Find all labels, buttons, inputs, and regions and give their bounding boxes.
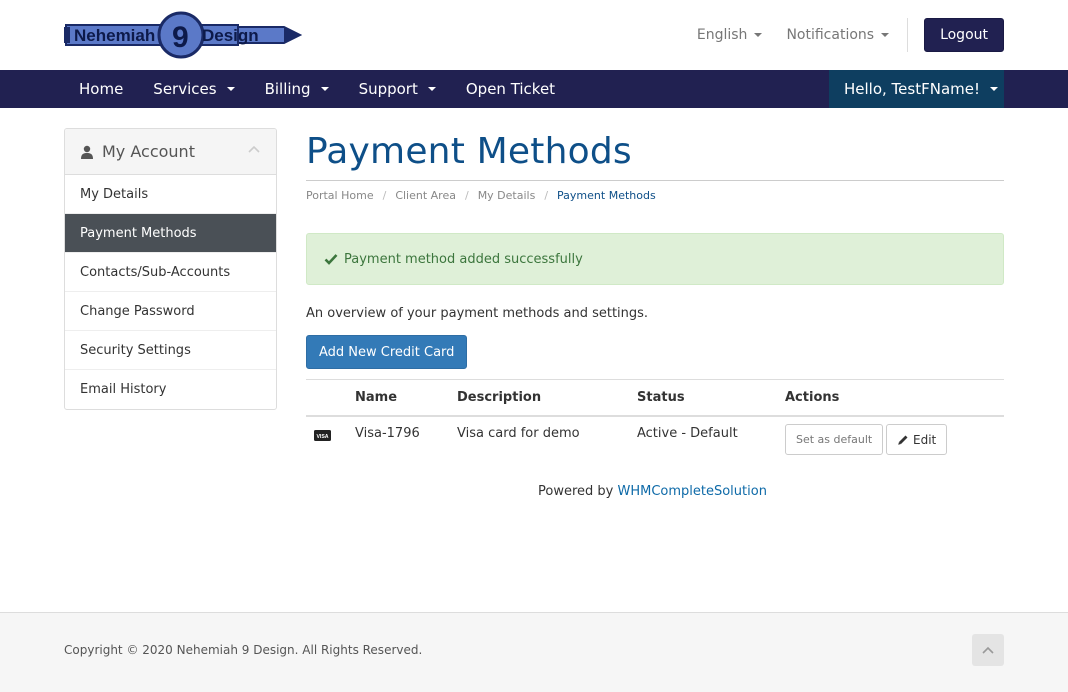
visa-card-icon: VISA	[314, 430, 331, 441]
powered-by-prefix: Powered by	[538, 484, 618, 499]
column-header-actions: Actions	[785, 390, 840, 405]
caret-down-icon	[990, 87, 998, 91]
nav-services[interactable]: Services	[138, 70, 249, 108]
user-menu-dropdown[interactable]: Hello, TestFName!	[829, 70, 1004, 108]
nav-label: Home	[79, 80, 124, 98]
payment-methods-table: Name Description Status Actions VISA Vis…	[306, 379, 1004, 463]
card-description: Visa card for demo	[457, 426, 580, 441]
column-header-name: Name	[355, 390, 398, 405]
alert-message: Payment method added successfully	[344, 251, 583, 267]
powered-by: Powered by WHMCompleteSolution	[538, 484, 767, 499]
chevron-up-icon[interactable]	[248, 145, 260, 153]
back-to-top-button[interactable]	[972, 634, 1004, 666]
breadcrumb-current: Payment Methods	[557, 189, 656, 202]
notifications-dropdown[interactable]: Notifications	[786, 27, 890, 43]
svg-text:Nehemiah: Nehemiah	[74, 26, 155, 45]
footer: Copyright © 2020 Nehemiah 9 Design. All …	[0, 612, 1068, 692]
nav-label: Support	[358, 80, 418, 98]
header: Nehemiah 9 Design English Notifications …	[0, 0, 1068, 70]
add-credit-card-button[interactable]: Add New Credit Card	[306, 335, 468, 369]
sidebar-item-contacts[interactable]: Contacts/Sub-Accounts	[65, 253, 276, 292]
nav-support[interactable]: Support	[344, 70, 451, 108]
whmcs-link[interactable]: WHMCompleteSolution	[617, 484, 766, 499]
success-alert: Payment method added successfully	[306, 233, 1004, 285]
table-header: Name Description Status Actions	[306, 379, 1004, 417]
top-links: English Notifications Logout	[673, 18, 1004, 52]
copyright-text: Copyright © 2020 Nehemiah 9 Design. All …	[64, 643, 423, 657]
breadcrumb-separator: /	[382, 189, 387, 202]
overview-text: An overview of your payment methods and …	[306, 306, 649, 321]
card-name: Visa-1796	[355, 426, 420, 441]
sidebar-header[interactable]: My Account	[65, 129, 276, 175]
breadcrumb: Portal Home / Client Area / My Details /…	[306, 189, 656, 202]
caret-down-icon	[427, 87, 436, 91]
table-row: VISA Visa-1796 Visa card for demo Active…	[306, 417, 1004, 463]
sidebar-item-security-settings[interactable]: Security Settings	[65, 331, 276, 370]
breadcrumb-client-area[interactable]: Client Area	[395, 189, 456, 202]
user-greeting: Hello, TestFName!	[844, 80, 980, 98]
sidebar-item-my-details[interactable]: My Details	[65, 175, 276, 214]
column-header-description: Description	[457, 390, 542, 405]
chevron-up-icon	[982, 646, 994, 654]
main-navbar: Home Services Billing Support Open Ticke…	[0, 70, 1068, 108]
account-sidebar: My Account My Details Payment Methods Co…	[64, 128, 277, 410]
svg-text:Design: Design	[202, 26, 259, 45]
header-divider	[907, 18, 909, 52]
breadcrumb-separator: /	[544, 189, 549, 202]
caret-down-icon	[754, 33, 763, 37]
caret-down-icon	[320, 87, 329, 91]
sidebar-item-payment-methods[interactable]: Payment Methods	[65, 214, 276, 253]
pencil-icon	[898, 435, 908, 445]
nav-billing[interactable]: Billing	[250, 70, 344, 108]
nav-label: Billing	[264, 80, 311, 98]
set-as-default-button[interactable]: Set as default	[785, 424, 884, 455]
nav-label: Services	[153, 80, 217, 98]
breadcrumb-portal-home[interactable]: Portal Home	[306, 189, 374, 202]
edit-label: Edit	[913, 432, 937, 447]
svg-text:9: 9	[172, 21, 189, 54]
title-divider	[306, 180, 1004, 181]
edit-button[interactable]: Edit	[886, 424, 948, 455]
logout-button[interactable]: Logout	[924, 18, 1004, 52]
breadcrumb-my-details[interactable]: My Details	[478, 189, 536, 202]
svg-text:VISA: VISA	[316, 434, 328, 440]
column-header-status: Status	[637, 390, 685, 405]
nav-items: Home Services Billing Support Open Ticke…	[64, 70, 570, 108]
breadcrumb-separator: /	[464, 189, 469, 202]
sidebar-item-change-password[interactable]: Change Password	[65, 292, 276, 331]
notifications-label: Notifications	[786, 27, 875, 43]
brand-logo[interactable]: Nehemiah 9 Design	[62, 9, 302, 61]
check-icon	[324, 254, 338, 265]
language-dropdown[interactable]: English	[697, 27, 763, 43]
caret-down-icon	[226, 87, 235, 91]
card-status: Active - Default	[637, 426, 738, 441]
nav-label: Open Ticket	[465, 80, 556, 98]
nav-home[interactable]: Home	[64, 70, 138, 108]
sidebar-item-email-history[interactable]: Email History	[65, 370, 276, 409]
nav-open-ticket[interactable]: Open Ticket	[451, 70, 570, 108]
sidebar-title: My Account	[102, 142, 195, 161]
user-icon	[81, 145, 93, 159]
page-title: Payment Methods	[306, 131, 632, 172]
language-label: English	[696, 27, 748, 43]
caret-down-icon	[881, 33, 890, 37]
